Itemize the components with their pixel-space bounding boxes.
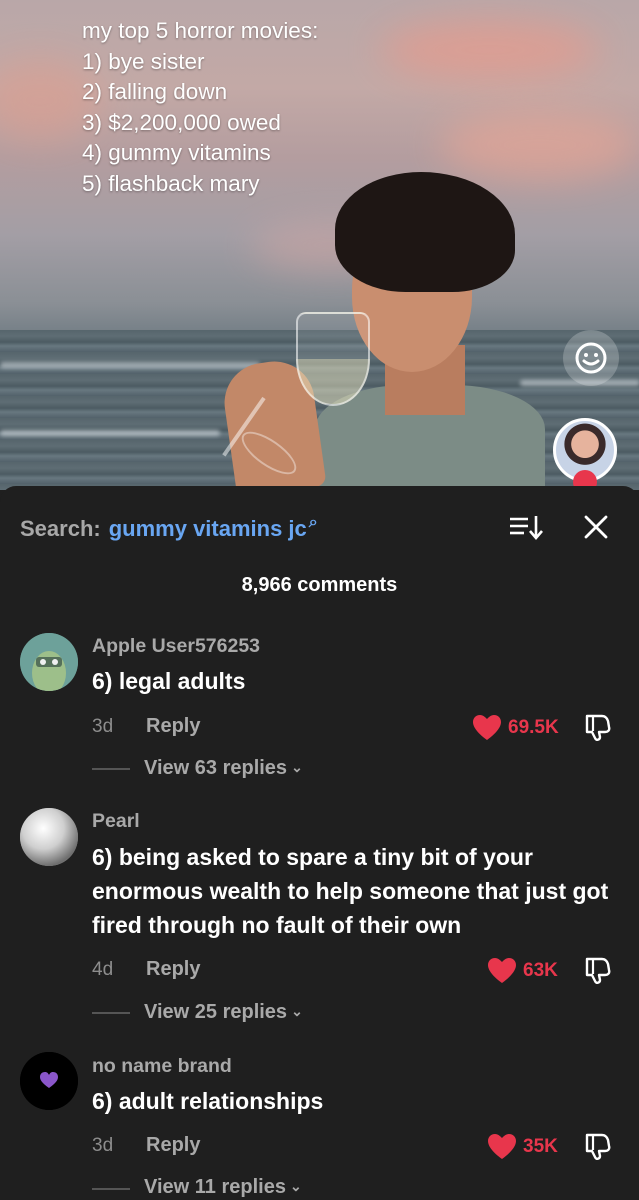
heart-icon[interactable] (487, 1133, 517, 1161)
view-replies-divider (92, 1188, 130, 1190)
caption-line: 3) $2,200,000 owed (82, 109, 281, 135)
heart-icon[interactable] (472, 714, 502, 742)
avatar[interactable] (20, 633, 78, 691)
comment-count: 8,966 comments (241, 574, 398, 596)
heart-icon[interactable] (487, 957, 517, 985)
caption-line: 2) falling down (82, 79, 228, 104)
face-smile-icon-svg (575, 342, 607, 374)
chevron-down-icon: ⌄ (291, 759, 303, 775)
caption-line: 1) bye sister (82, 48, 205, 74)
green-creature-avatar (20, 633, 78, 691)
reply-button[interactable]: Reply (146, 958, 200, 981)
search-term-link[interactable]: gummy vitamins jc (109, 516, 307, 542)
view-replies-button[interactable]: View 11 replies ⌄ (144, 1176, 302, 1199)
view-replies-button[interactable]: View 25 replies ⌄ (144, 1001, 303, 1024)
view-replies-button[interactable]: View 63 replies ⌄ (144, 757, 303, 780)
comment-text: 6) legal adults (92, 668, 246, 694)
comment-text: 6) adult relationships (92, 1088, 324, 1114)
comment-username[interactable]: Pearl (92, 810, 140, 833)
cloud (440, 110, 639, 180)
search-icon[interactable]: ⌕ (309, 514, 318, 532)
face-smile-icon[interactable] (563, 330, 619, 386)
dislike-icon[interactable] (584, 955, 614, 985)
dislike-icon[interactable] (584, 1131, 614, 1161)
video-caption-overlay: my top 5 horror movies: 1) bye sister 2)… (82, 16, 318, 199)
reply-button[interactable]: Reply (146, 715, 200, 738)
view-replies-divider (92, 768, 130, 770)
comment-username[interactable]: no name brand (92, 1055, 232, 1078)
video-background[interactable]: my top 5 horror movies: 1) bye sister 2)… (0, 0, 639, 490)
search-label: Search: (20, 516, 101, 541)
wave-foam (0, 430, 220, 436)
wave-foam (0, 362, 260, 368)
view-replies-label: View 11 replies (144, 1176, 286, 1198)
like-count: 63K (523, 960, 558, 981)
comment-text: 6) being asked to spare a tiny bit of yo… (92, 844, 609, 938)
purple-heart-avatar (20, 1052, 78, 1110)
view-replies-label: View 25 replies (144, 1001, 288, 1023)
search-bar[interactable]: Search: gummy vitamins jc ⌕ (20, 514, 318, 544)
like-count: 35K (523, 1136, 558, 1157)
comment-age: 4d (92, 959, 114, 980)
caption-line: 4) gummy vitamins (82, 140, 271, 165)
chevron-down-icon: ⌄ (291, 1003, 303, 1019)
person-hair (335, 172, 515, 292)
caption-line: 5) flashback mary (82, 170, 260, 196)
comment-age: 3d (92, 716, 114, 737)
sort-icon[interactable] (508, 512, 544, 542)
cloud (380, 20, 600, 80)
like-count: 69.5K (508, 717, 559, 738)
close-icon[interactable] (578, 510, 614, 544)
wine-glass (296, 312, 370, 406)
caption-line: my top 5 horror movies: (82, 18, 319, 43)
reply-button[interactable]: Reply (146, 1134, 200, 1157)
dislike-icon[interactable] (584, 712, 614, 742)
view-replies-divider (92, 1012, 130, 1014)
comment-age: 3d (92, 1135, 114, 1156)
avatar[interactable] (20, 1052, 78, 1110)
chevron-down-icon: ⌄ (289, 1178, 302, 1194)
pearl-avatar (20, 808, 78, 866)
view-replies-label: View 63 replies (144, 757, 288, 779)
comment-username[interactable]: Apple User576253 (92, 635, 260, 658)
avatar[interactable] (20, 808, 78, 866)
